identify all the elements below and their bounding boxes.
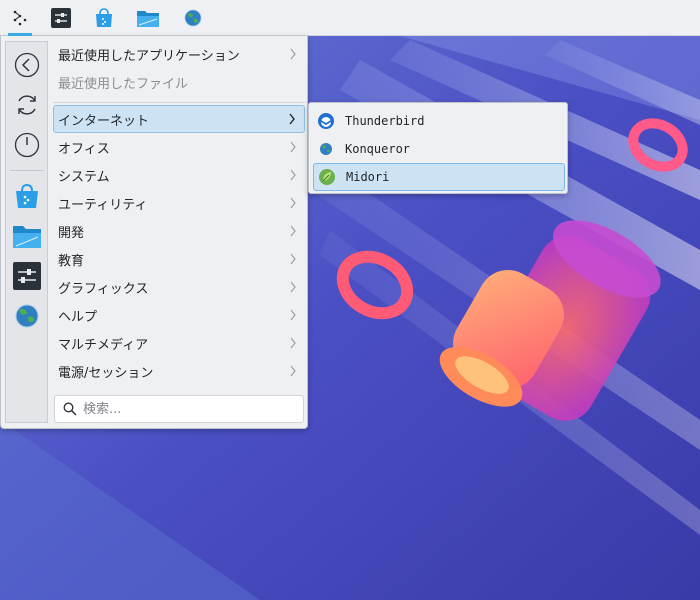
- menu-item-power-session[interactable]: 電源/セッション: [53, 357, 305, 385]
- submenu-item-thunderbird[interactable]: Thunderbird: [313, 107, 565, 135]
- file-manager-icon: [137, 11, 159, 27]
- menu-item-multimedia[interactable]: マルチメディア: [53, 329, 305, 357]
- power-icon: [14, 132, 40, 158]
- konqueror-globe-icon: [317, 140, 335, 158]
- menu-sidebar: [5, 41, 48, 423]
- chevron-right-icon: [289, 113, 295, 125]
- chevron-right-icon: [290, 141, 296, 153]
- menu-item-label: オフィス: [58, 141, 110, 157]
- submenu-item-label: Midori: [346, 170, 390, 184]
- menu-item-label: 電源/セッション: [58, 365, 154, 381]
- menu-item-internet[interactable]: インターネット: [53, 105, 305, 133]
- chevron-right-icon: [290, 253, 296, 265]
- sidebar-separator: [10, 170, 44, 171]
- taskbar-konqueror[interactable]: [175, 0, 211, 36]
- menu-item-graphics[interactable]: グラフィックス: [53, 273, 305, 301]
- chevron-right-icon: [290, 281, 296, 293]
- menu-item-label: インターネット: [58, 113, 150, 129]
- power-button[interactable]: [11, 129, 43, 161]
- menu-item-office[interactable]: オフィス: [53, 133, 305, 161]
- favorite-konqueror[interactable]: [11, 300, 43, 332]
- konqueror-globe-icon: [15, 304, 39, 328]
- chevron-right-icon: [290, 337, 296, 349]
- menu-item-utilities[interactable]: ユーティリティ: [53, 189, 305, 217]
- refresh-icon: [18, 95, 36, 115]
- submenu-item-label: Thunderbird: [345, 114, 425, 128]
- application-launcher-button[interactable]: [2, 0, 38, 36]
- submenu-item-midori[interactable]: Midori: [313, 163, 565, 191]
- file-manager-icon: [13, 226, 41, 248]
- top-panel: [0, 0, 700, 36]
- discover-store-icon: [16, 183, 38, 208]
- konqueror-globe-icon: [184, 9, 202, 27]
- menu-item-recent-apps[interactable]: 最近使用したアプリケーション: [53, 40, 305, 68]
- menu-item-label: 開発: [58, 225, 85, 241]
- menu-item-system[interactable]: システム: [53, 161, 305, 189]
- menu-item-recent-files[interactable]: 最近使用したファイル: [53, 68, 305, 96]
- submenu-item-label: Konqueror: [345, 142, 411, 156]
- favorite-file-manager[interactable]: [11, 220, 43, 252]
- internet-submenu: Thunderbird Konqueror Midori: [308, 102, 568, 194]
- menu-item-label: 最近使用したアプリケーション: [58, 48, 240, 64]
- chevron-right-icon: [290, 225, 296, 237]
- chevron-right-icon: [290, 48, 296, 60]
- menu-item-education[interactable]: 教育: [53, 245, 305, 273]
- chevron-right-icon: [290, 309, 296, 321]
- submenu-item-konqueror[interactable]: Konqueror: [313, 135, 565, 163]
- menu-item-label: 教育: [58, 253, 85, 269]
- system-settings-icon: [13, 262, 41, 290]
- search-box[interactable]: [54, 395, 304, 423]
- menu-item-label: ヘルプ: [58, 309, 98, 325]
- favorite-discover[interactable]: [11, 180, 43, 212]
- menu-item-development[interactable]: 開発: [53, 217, 305, 245]
- back-icon: [14, 52, 40, 78]
- menu-divider: [53, 102, 305, 103]
- kickoff-launcher-icon: [13, 10, 27, 26]
- menu-item-label: 最近使用したファイル: [58, 76, 189, 92]
- menu-item-help[interactable]: ヘルプ: [53, 301, 305, 329]
- taskbar-discover[interactable]: [86, 0, 122, 36]
- search-icon: [63, 402, 77, 416]
- reload-button[interactable]: [11, 89, 43, 121]
- chevron-right-icon: [290, 365, 296, 377]
- discover-store-icon: [96, 8, 112, 27]
- back-button[interactable]: [11, 49, 43, 81]
- menu-item-label: マルチメディア: [58, 337, 149, 353]
- favorite-system-settings[interactable]: [11, 260, 43, 292]
- menu-item-label: グラフィックス: [58, 281, 149, 297]
- system-settings-icon: [51, 8, 71, 28]
- chevron-right-icon: [290, 169, 296, 181]
- midori-leaf-icon: [318, 168, 336, 186]
- taskbar-file-manager[interactable]: [130, 0, 166, 36]
- taskbar-system-settings[interactable]: [43, 0, 79, 36]
- application-menu: 最近使用したアプリケーション 最近使用したファイル インターネット オフィス シ…: [0, 36, 308, 429]
- thunderbird-icon: [317, 112, 335, 130]
- menu-item-label: ユーティリティ: [58, 197, 148, 213]
- chevron-right-icon: [290, 197, 296, 209]
- search-input[interactable]: [81, 400, 285, 418]
- menu-item-label: システム: [58, 169, 110, 185]
